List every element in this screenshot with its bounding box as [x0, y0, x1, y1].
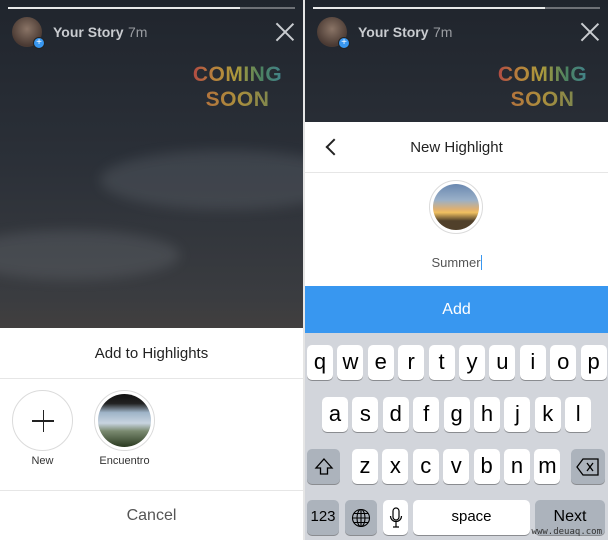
add-story-icon: +	[33, 37, 45, 49]
key-r[interactable]: r	[398, 345, 425, 380]
sheet-title: New Highlight	[410, 139, 503, 156]
highlight-cover[interactable]	[94, 390, 155, 451]
coming-soon-sticker: COMING SOON	[190, 62, 285, 112]
text-cursor	[480, 255, 482, 270]
key-b[interactable]: b	[473, 449, 500, 484]
story-view-right: + Your Story 7m COMING SOON New Highligh…	[305, 0, 608, 540]
numbers-key[interactable]: 123	[307, 500, 339, 535]
shift-key[interactable]	[307, 449, 340, 484]
key-n[interactable]: n	[504, 449, 530, 484]
key-m[interactable]: m	[534, 449, 561, 484]
close-icon[interactable]	[275, 22, 295, 42]
coming-soon-sticker: COMING SOON	[495, 62, 590, 112]
add-story-icon: +	[338, 37, 350, 49]
add-button[interactable]: Add	[305, 286, 608, 333]
key-y[interactable]: y	[459, 345, 485, 380]
cancel-button[interactable]: Cancel	[0, 507, 303, 525]
watermark: www.deuaq.com	[531, 527, 602, 537]
key-i[interactable]: i	[519, 345, 546, 380]
key-q[interactable]: q	[307, 345, 333, 380]
key-j[interactable]: j	[504, 397, 531, 432]
shift-icon	[314, 458, 333, 475]
key-l[interactable]: l	[565, 397, 592, 432]
story-view-left: + Your Story 7m COMING SOON Add to Highl…	[0, 0, 303, 540]
microphone-icon	[389, 507, 402, 528]
key-h[interactable]: h	[474, 397, 500, 432]
key-g[interactable]: g	[443, 397, 470, 432]
key-o[interactable]: o	[550, 345, 577, 380]
key-t[interactable]: t	[428, 345, 455, 380]
highlight-label: New	[31, 455, 54, 467]
delete-key[interactable]	[571, 449, 605, 484]
key-w[interactable]: w	[337, 345, 364, 380]
story-time: 7m	[433, 24, 453, 40]
key-e[interactable]: e	[367, 345, 394, 380]
highlight-name-input[interactable]: Summer	[305, 255, 608, 270]
add-to-highlights-sheet: Add to Highlights New Encuentro Cancel	[0, 328, 303, 540]
dictation-key[interactable]	[383, 500, 408, 535]
space-key[interactable]: space	[413, 500, 530, 535]
key-v[interactable]: v	[443, 449, 470, 484]
highlight-cover[interactable]	[429, 180, 483, 234]
globe-key[interactable]	[345, 500, 377, 535]
key-u[interactable]: u	[489, 345, 516, 380]
key-k[interactable]: k	[534, 397, 561, 432]
story-progress-bar	[8, 7, 295, 9]
keyboard: 123 space Next www.deuaq.com qwertyuiopa…	[305, 333, 608, 540]
backspace-icon	[576, 458, 599, 476]
story-progress-bar	[313, 7, 600, 9]
globe-icon	[351, 508, 371, 528]
sheet-title: Add to Highlights	[94, 345, 209, 362]
key-f[interactable]: f	[413, 397, 440, 432]
story-name: Your Story	[358, 24, 429, 40]
new-highlight-sheet: New Highlight Summer	[305, 122, 608, 286]
key-x[interactable]: x	[382, 449, 409, 484]
key-d[interactable]: d	[382, 397, 409, 432]
new-highlight-button[interactable]	[12, 390, 73, 451]
key-p[interactable]: p	[580, 345, 607, 380]
key-c[interactable]: c	[412, 449, 439, 484]
story-name: Your Story	[53, 24, 124, 40]
key-a[interactable]: a	[322, 397, 348, 432]
key-s[interactable]: s	[352, 397, 379, 432]
highlight-label: Encuentro	[99, 455, 150, 467]
close-icon[interactable]	[580, 22, 600, 42]
key-z[interactable]: z	[352, 449, 378, 484]
story-time: 7m	[128, 24, 148, 40]
